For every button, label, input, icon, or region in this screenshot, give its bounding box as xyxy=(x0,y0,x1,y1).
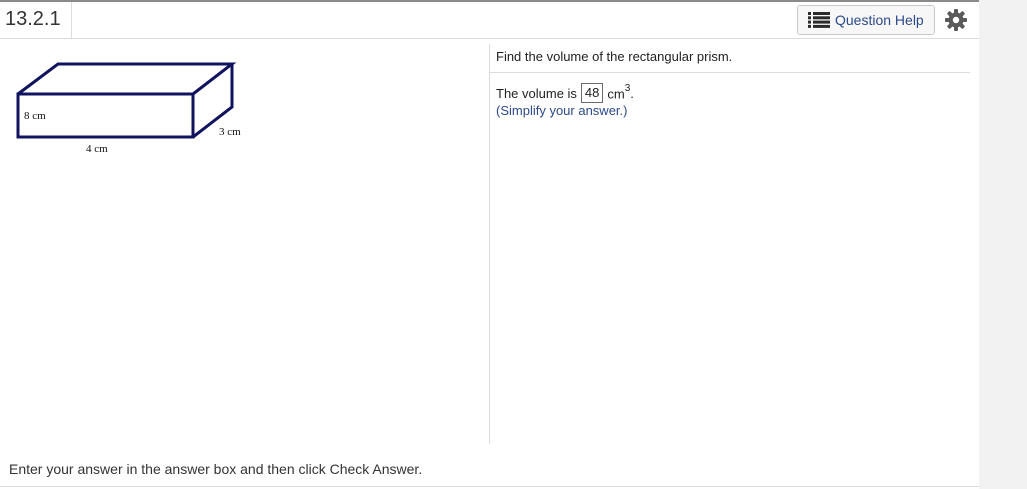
answer-input[interactable]: 48 xyxy=(580,83,604,103)
page: 13.2.1 Question Help 8 cm 4 cm 3 cm Find… xyxy=(0,0,979,489)
answer-unit-base: cm xyxy=(607,86,625,102)
question-prompt: Find the volume of the rectangular prism… xyxy=(496,49,733,64)
instruction-message: Enter your answer in the answer box and … xyxy=(9,461,423,477)
question-help-label: Question Help xyxy=(835,12,924,28)
bottom-rule xyxy=(0,486,979,487)
width-label: 4 cm xyxy=(86,143,108,155)
answer-unit-exponent: 3 xyxy=(624,82,631,94)
question-number: 13.2.1 xyxy=(0,2,72,38)
question-help-button[interactable]: Question Help xyxy=(797,5,935,35)
rectangular-prism-figure: 8 cm 4 cm 3 cm xyxy=(16,62,241,155)
question-pane: Find the volume of the rectangular prism… xyxy=(490,40,970,444)
figure-pane: 8 cm 4 cm 3 cm xyxy=(0,40,489,444)
prompt-separator xyxy=(490,72,970,73)
answer-suffix: . xyxy=(630,85,634,101)
list-icon xyxy=(808,12,830,28)
gear-icon[interactable] xyxy=(944,8,968,32)
answer-unit: cm3 xyxy=(607,82,631,102)
height-label: 8 cm xyxy=(24,110,46,122)
top-bar: 13.2.1 Question Help xyxy=(0,0,979,39)
depth-label: 3 cm xyxy=(219,126,241,138)
right-gutter xyxy=(979,0,1027,489)
answer-prefix: The volume is xyxy=(496,85,577,101)
simplify-hint: (Simplify your answer.) xyxy=(496,103,628,118)
prism-top-face xyxy=(17,62,237,96)
answer-line: The volume is 48 cm3 . xyxy=(496,83,634,103)
